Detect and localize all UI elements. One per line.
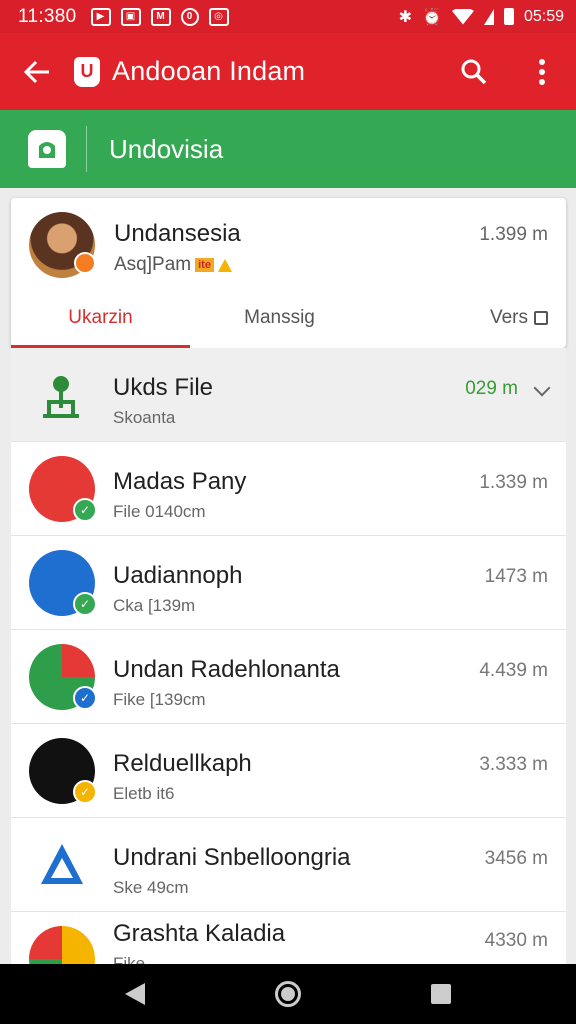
more-options-button[interactable] [508, 33, 576, 110]
list-item[interactable]: Grashta Kaladia Fike 4330 m [11, 912, 566, 964]
card-size: 1.399 m [479, 224, 548, 245]
item-size: 4.439 m [479, 660, 548, 681]
card-tag: ite [195, 258, 214, 272]
header-row-size: 029 m [465, 378, 518, 399]
notification-mail-icon: M [150, 7, 171, 26]
item-sub: Cka [139m [113, 596, 196, 615]
list-item[interactable]: ✓ Undan Radehlonanta Fike [139cm 4.439 m [11, 630, 566, 724]
app-logo-icon: U [74, 56, 100, 87]
warning-icon [217, 258, 232, 272]
list-item[interactable]: ✓ Madas Pany File 0140cm 1.339 m [11, 442, 566, 536]
item-size: 3.333 m [479, 754, 548, 775]
item-sub: Fike [113, 954, 146, 964]
notification-app-icon: ▣ [120, 7, 141, 26]
wifi-icon [451, 8, 474, 25]
item-size: 1473 m [484, 566, 548, 587]
system-nav-bar [0, 964, 576, 1024]
tab-manssig[interactable]: Manssig [190, 288, 369, 348]
card-tabs: Ukarzin Manssig Vers [11, 288, 566, 348]
app-bar: U Andooan Indam [0, 33, 576, 110]
tab-ukarzin[interactable]: Ukarzin [11, 288, 190, 348]
notification-app-icon: ◎ [208, 7, 229, 26]
alarm-icon: ⏰ [422, 8, 442, 26]
folder-tree-icon [43, 376, 79, 418]
app-title: Andooan Indam [112, 56, 306, 86]
list-item[interactable]: ✓ Uadiannoph Cka [139m 1473 m [11, 536, 566, 630]
item-name: Madas Pany [113, 468, 247, 495]
item-size: 1.339 m [479, 472, 548, 493]
nav-home-icon[interactable] [275, 981, 301, 1007]
notification-app-icon: ▶ [90, 7, 111, 26]
header-row-name: Ukds File [113, 374, 214, 401]
list-item[interactable]: Undrani Snbelloongria Ske 49cm 3456 m [11, 818, 566, 912]
list-header-row[interactable]: Ukds File Skoanta 029 m [11, 348, 566, 442]
item-name: Uadiannoph [113, 562, 243, 589]
item-sub: Fike [139cm [113, 690, 206, 709]
item-name: Undan Radehlonanta [113, 656, 340, 683]
search-icon [461, 59, 487, 84]
nav-back-icon[interactable] [125, 983, 145, 1005]
back-button[interactable] [0, 33, 74, 110]
triangle-logo-icon [41, 844, 83, 884]
check-badge-icon: ✓ [73, 686, 97, 710]
notification-icons: ▶ ▣ M 0 ◎ [90, 7, 229, 26]
more-vert-icon [539, 58, 545, 85]
section-divider [86, 126, 87, 172]
status-indicators: ✱ ⏰ 05:59 [399, 7, 564, 27]
arrow-left-icon [24, 60, 49, 83]
check-badge-icon: ✓ [73, 498, 97, 522]
item-sub: Eletb it6 [113, 784, 175, 803]
profile-card: Undansesia Asq]Pam ite 1.399 m Ukarzin M… [11, 198, 566, 348]
bluetooth-icon: ✱ [398, 8, 413, 26]
search-button[interactable] [440, 33, 508, 110]
signal-icon [483, 8, 494, 25]
item-size: 4330 m [484, 930, 548, 951]
status-time: 11:380 [18, 5, 77, 27]
chevron-down-icon[interactable] [533, 379, 551, 397]
check-badge-icon: ✓ [73, 780, 97, 804]
card-subtitle-text: Asq]Pam [114, 254, 192, 275]
avatar-badge-icon [74, 252, 96, 274]
status-bar: 11:380 ▶ ▣ M 0 ◎ ✱ ⏰ 05:59 [0, 0, 576, 33]
section-icon [28, 130, 66, 168]
section-title: Undovisia [109, 133, 224, 164]
list-item[interactable]: ✓ Relduellkaph Eletb it6 3.333 m [11, 724, 566, 818]
check-badge-icon: ✓ [73, 592, 97, 616]
section-logo-icon [39, 142, 55, 158]
tab-vers[interactable]: Vers [369, 288, 566, 348]
header-row-sub: Skoanta [113, 408, 176, 427]
status-clock: 05:59 [523, 7, 564, 25]
item-sub: File 0140cm [113, 502, 206, 521]
lock-icon [534, 311, 548, 325]
item-name: Grashta Kaladia [113, 920, 286, 947]
app-icon [29, 926, 95, 964]
item-size: 3456 m [484, 848, 548, 869]
item-name: Undrani Snbelloongria [113, 844, 351, 871]
notification-app-icon: 0 [180, 7, 199, 26]
battery-icon [503, 8, 514, 25]
section-bar[interactable]: Undovisia [0, 110, 576, 188]
card-name: Undansesia [114, 220, 241, 247]
item-name: Relduellkaph [113, 750, 252, 777]
card-subtitle: Asq]Pam ite [114, 254, 232, 276]
tab-vers-label: Vers [489, 307, 528, 328]
file-list: Ukds File Skoanta 029 m ✓ Madas Pany Fil… [11, 348, 566, 964]
item-sub: Ske 49cm [113, 878, 189, 897]
nav-recents-icon[interactable] [431, 984, 451, 1004]
